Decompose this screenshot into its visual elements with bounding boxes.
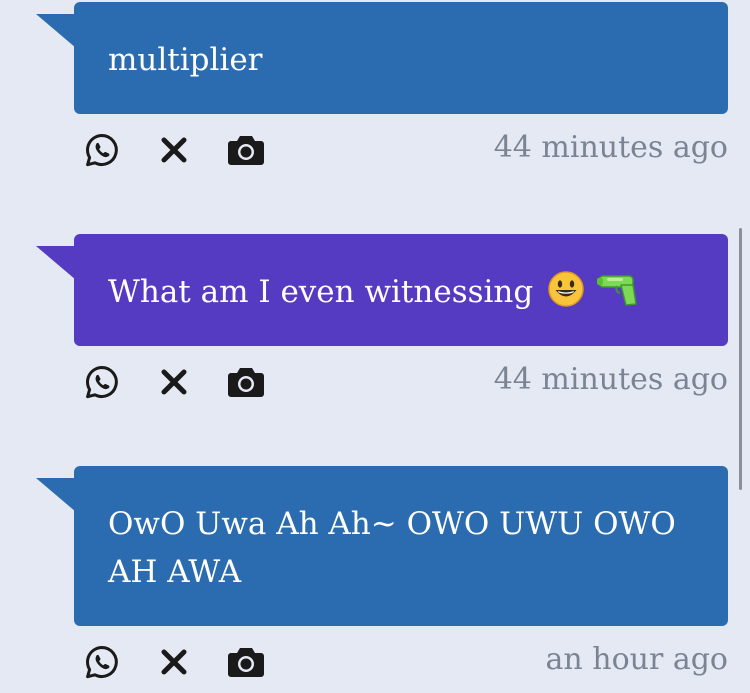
message-bubble: What am I even witnessing bbox=[74, 234, 728, 346]
camera-button[interactable] bbox=[227, 131, 265, 169]
message-bubble: multiplier bbox=[74, 2, 728, 114]
camera-button[interactable] bbox=[227, 643, 265, 681]
close-button[interactable] bbox=[155, 363, 193, 401]
camera-icon bbox=[228, 648, 264, 677]
timestamp: an hour ago bbox=[545, 642, 728, 677]
timestamp: 44 minutes ago bbox=[493, 130, 728, 165]
message-text: multiplier bbox=[108, 42, 263, 78]
close-icon bbox=[161, 369, 187, 395]
message-actions bbox=[83, 642, 265, 682]
close-icon bbox=[161, 137, 187, 163]
whatsapp-share-button[interactable] bbox=[83, 131, 121, 169]
grinning-face-emoji bbox=[547, 270, 585, 322]
whatsapp-icon bbox=[86, 134, 118, 167]
whatsapp-share-button[interactable] bbox=[83, 643, 121, 681]
whatsapp-icon bbox=[86, 646, 118, 679]
message-text: What am I even witnessing bbox=[108, 274, 534, 310]
bubble-tail bbox=[36, 478, 76, 512]
camera-button[interactable] bbox=[227, 363, 265, 401]
whatsapp-share-button[interactable] bbox=[83, 363, 121, 401]
whatsapp-icon bbox=[86, 366, 118, 399]
message-feed: multiplier 44 minutes ago What am I even… bbox=[0, 0, 750, 693]
water-pistol-emoji bbox=[595, 270, 639, 322]
message-actions bbox=[83, 362, 265, 402]
message-actions bbox=[83, 130, 265, 170]
message-bubble: OwO Uwa Ah Ah~ OWO UWU OWO AH AWA bbox=[74, 466, 728, 626]
timestamp: 44 minutes ago bbox=[493, 362, 728, 397]
scrollbar[interactable] bbox=[739, 228, 742, 490]
close-button[interactable] bbox=[155, 131, 193, 169]
camera-icon bbox=[228, 368, 264, 397]
close-button[interactable] bbox=[155, 643, 193, 681]
close-icon bbox=[161, 649, 187, 675]
message-text: OwO Uwa Ah Ah~ OWO UWU OWO AH AWA bbox=[108, 506, 676, 590]
bubble-tail bbox=[36, 14, 76, 48]
bubble-tail bbox=[36, 246, 76, 280]
camera-icon bbox=[228, 136, 264, 165]
